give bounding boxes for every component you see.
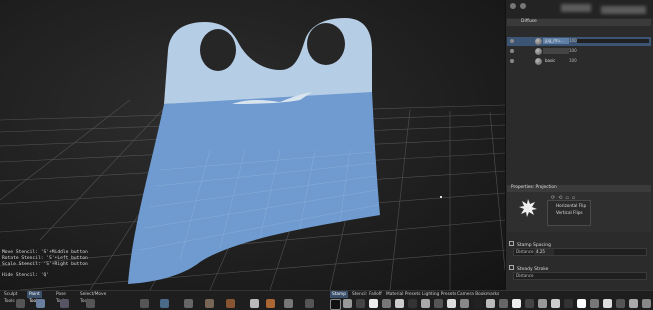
rotate-icon[interactable]: ⟳⟲▫▫ [551,195,578,201]
layer-name: jpg_dru... [543,38,569,44]
steady-stroke-option[interactable]: Steady Stroke [509,265,548,272]
steady-stroke-distance-field[interactable]: Distance [513,272,647,280]
stamp-thumbnail[interactable] [551,299,560,308]
layer-row[interactable]: jpg_dru... 100 [507,37,651,46]
settings-icon[interactable] [510,3,516,9]
layer-group-label: Diffuse [521,19,537,24]
stamp-thumbnail[interactable] [486,299,495,308]
layer-row[interactable]: basic 100 [507,57,651,66]
tab-pose-tools[interactable]: Pose Tools [54,291,69,304]
layer-row[interactable]: 100 [507,47,651,56]
layer-thumbnail [535,58,542,65]
tool-tray [0,298,330,310]
brush-tool-icon[interactable] [16,299,25,308]
pen-tool-icon[interactable] [86,299,95,308]
stamp-tabs: Stamp Stencil Falloff Material Presets L… [330,291,653,298]
layer-name: basic [545,58,556,63]
tab-sculpt-tools[interactable]: Sculpt Tools [2,291,19,304]
garment-model [128,18,380,284]
stamp-thumbnail[interactable] [564,299,573,308]
layer-opacity-slider[interactable] [577,39,649,43]
distance-label: Distance [516,273,534,278]
bottom-tray: Sculpt Tools Paint Tools Pose Tools Sele… [0,290,653,310]
distance-field[interactable]: Distance 4.25 [513,248,647,256]
layers-icon[interactable] [520,3,526,9]
tab-stamp[interactable]: Stamp [330,291,348,298]
stamp-thumbnail[interactable] [512,299,521,308]
layer-opacity: 100 [569,58,577,63]
stamp-thumbnail[interactable] [382,299,391,308]
3d-viewport[interactable]: Move Stencil: 'S'+Middle button Rotate S… [0,0,505,290]
dodge-tool-icon[interactable] [284,299,293,308]
stamp-thumbnail[interactable] [642,299,651,308]
stamp-options-menu: ⟳⟲▫▫ Horizontal Flip Vertical Flips [547,195,591,226]
stamp-thumbnail[interactable] [395,299,404,308]
stamp-thumbnail[interactable] [629,299,638,308]
airbrush-tool-icon[interactable] [60,299,69,308]
smudge-tool-icon[interactable] [140,299,149,308]
checkbox[interactable] [509,265,514,270]
tab-select-move-tools[interactable]: Select/Move Tools [78,291,108,304]
stencil-help-overlay: Move Stencil: 'S'+Middle button Rotate S… [2,250,88,279]
checkbox[interactable] [509,241,514,246]
stamp-thumbnail[interactable] [421,299,430,308]
layer-name [543,48,569,54]
stamp-thumbnail[interactable] [460,299,469,308]
stamp-thumbnail[interactable] [343,299,352,308]
fill-tool-icon[interactable] [160,299,169,308]
stamp-thumbnail[interactable] [499,299,508,308]
blur-tool-icon[interactable] [226,299,235,308]
stamp-thumbnail[interactable] [369,299,378,308]
tab-material-presets[interactable]: Material Presets [384,291,422,298]
panel-toolbar [506,0,653,18]
layer-group-diffuse[interactable]: Diffuse [507,19,651,26]
visibility-icon[interactable] [510,59,514,63]
layer-thumbnail [535,38,542,45]
stamp-thumbnail[interactable] [590,299,599,308]
properties-title: Properties: Projection [511,185,557,190]
eraser-tool-icon[interactable] [184,299,193,308]
vertical-flip-item[interactable]: Vertical Flips [548,208,590,215]
stamp-spacing-option[interactable]: Stamp Spacing [509,241,551,248]
stamp-thumbnail[interactable] [434,299,443,308]
stamp-thumbnail[interactable] [538,299,547,308]
clone-tool-icon[interactable] [205,299,214,308]
paint-tool-icon[interactable] [36,299,45,308]
stamp-thumbnail[interactable] [525,299,534,308]
blurred-region [601,6,646,14]
tab-paint-tools[interactable]: Paint Tools [27,291,42,304]
stamp-preview[interactable] [518,198,538,218]
blurred-region [561,4,591,12]
tab-camera-bookmarks[interactable]: Camera Bookmarks [455,291,501,298]
sponge-tool-icon[interactable] [266,299,275,308]
layer-opacity: 100 [569,38,577,43]
tab-falloff[interactable]: Falloff [367,291,384,298]
stamp-thumbnail[interactable] [473,299,482,308]
stencil-help-line: Scale Stencil: 'S'+Right button [2,262,88,267]
layer-thumbnail [535,48,542,55]
stamp-thumbnail[interactable] [616,299,625,308]
stamp-thumbnail[interactable] [577,299,586,308]
tab-stencil[interactable]: Stencil [350,291,369,298]
sharpen-tool-icon[interactable] [250,299,259,308]
distance-label: Distance [516,249,534,254]
stamp-thumbnail[interactable] [330,299,341,310]
visibility-icon[interactable] [510,39,514,43]
horizontal-flip-item[interactable]: Horizontal Flip [548,201,590,208]
stamp-tray [330,298,653,310]
stamp-thumbnail[interactable] [408,299,417,308]
visibility-icon[interactable] [510,49,514,53]
hide-stencil-hint: Hide Stencil: 'Q' [2,273,50,278]
stamp-thumbnail[interactable] [447,299,456,308]
tab-lighting-presets[interactable]: Lighting Presets [420,291,458,298]
burn-tool-icon[interactable] [305,299,314,308]
mouse-cursor [440,196,442,198]
projection-panel: ⟳⟲▫▫ Horizontal Flip Vertical Flips [507,192,651,232]
distance-value[interactable]: 4.25 [534,249,554,255]
properties-header[interactable]: Properties: Projection [507,185,651,192]
viewport-scene [0,18,505,290]
layer-opacity: 100 [569,48,577,53]
stamp-thumbnail[interactable] [356,299,365,308]
stamp-thumbnail[interactable] [603,299,612,308]
